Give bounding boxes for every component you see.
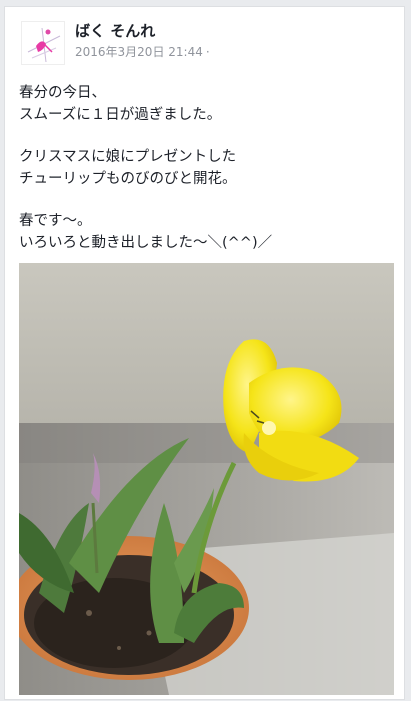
post-line: クリスマスに娘にプレゼントした [19,149,237,165]
post-paragraph: 春分の今日、 スムーズに１日が過ぎました。 [19,83,389,126]
post-timestamp[interactable]: 2016年3月20日 21:44 [75,45,203,59]
post-line: 春です〜。 [19,213,92,229]
pink-figure-avatar-icon [27,27,61,63]
post-paragraph: クリスマスに娘にプレゼントした チューリップものびのびと開花。 [19,147,389,190]
author-name[interactable]: ばく そんれ [75,21,155,41]
post-body: 春分の今日、 スムーズに１日が過ぎました。 クリスマスに娘にプレゼントした チュ… [19,83,389,275]
post-line: スムーズに１日が過ぎました。 [19,106,222,123]
post-line: チューリップものびのびと開花。 [19,170,237,187]
avatar[interactable] [21,21,65,65]
post-photo[interactable] [19,263,394,695]
post-line: いろいろと動き出しました〜＼(^^)／ [19,234,273,251]
post-timestamp-row: 2016年3月20日 21:44 · [75,44,210,60]
post-paragraph: 春です〜。 いろいろと動き出しました〜＼(^^)／ [19,211,389,254]
post-line: 春分の今日、 [19,85,106,101]
meta-separator: · [205,45,210,59]
yellow-tulip-photo [19,263,394,695]
post-header: ばく そんれ 2016年3月20日 21:44 · [5,7,404,67]
post-card: ばく そんれ 2016年3月20日 21:44 · 春分の今日、 スムーズに１日が… [4,6,405,700]
